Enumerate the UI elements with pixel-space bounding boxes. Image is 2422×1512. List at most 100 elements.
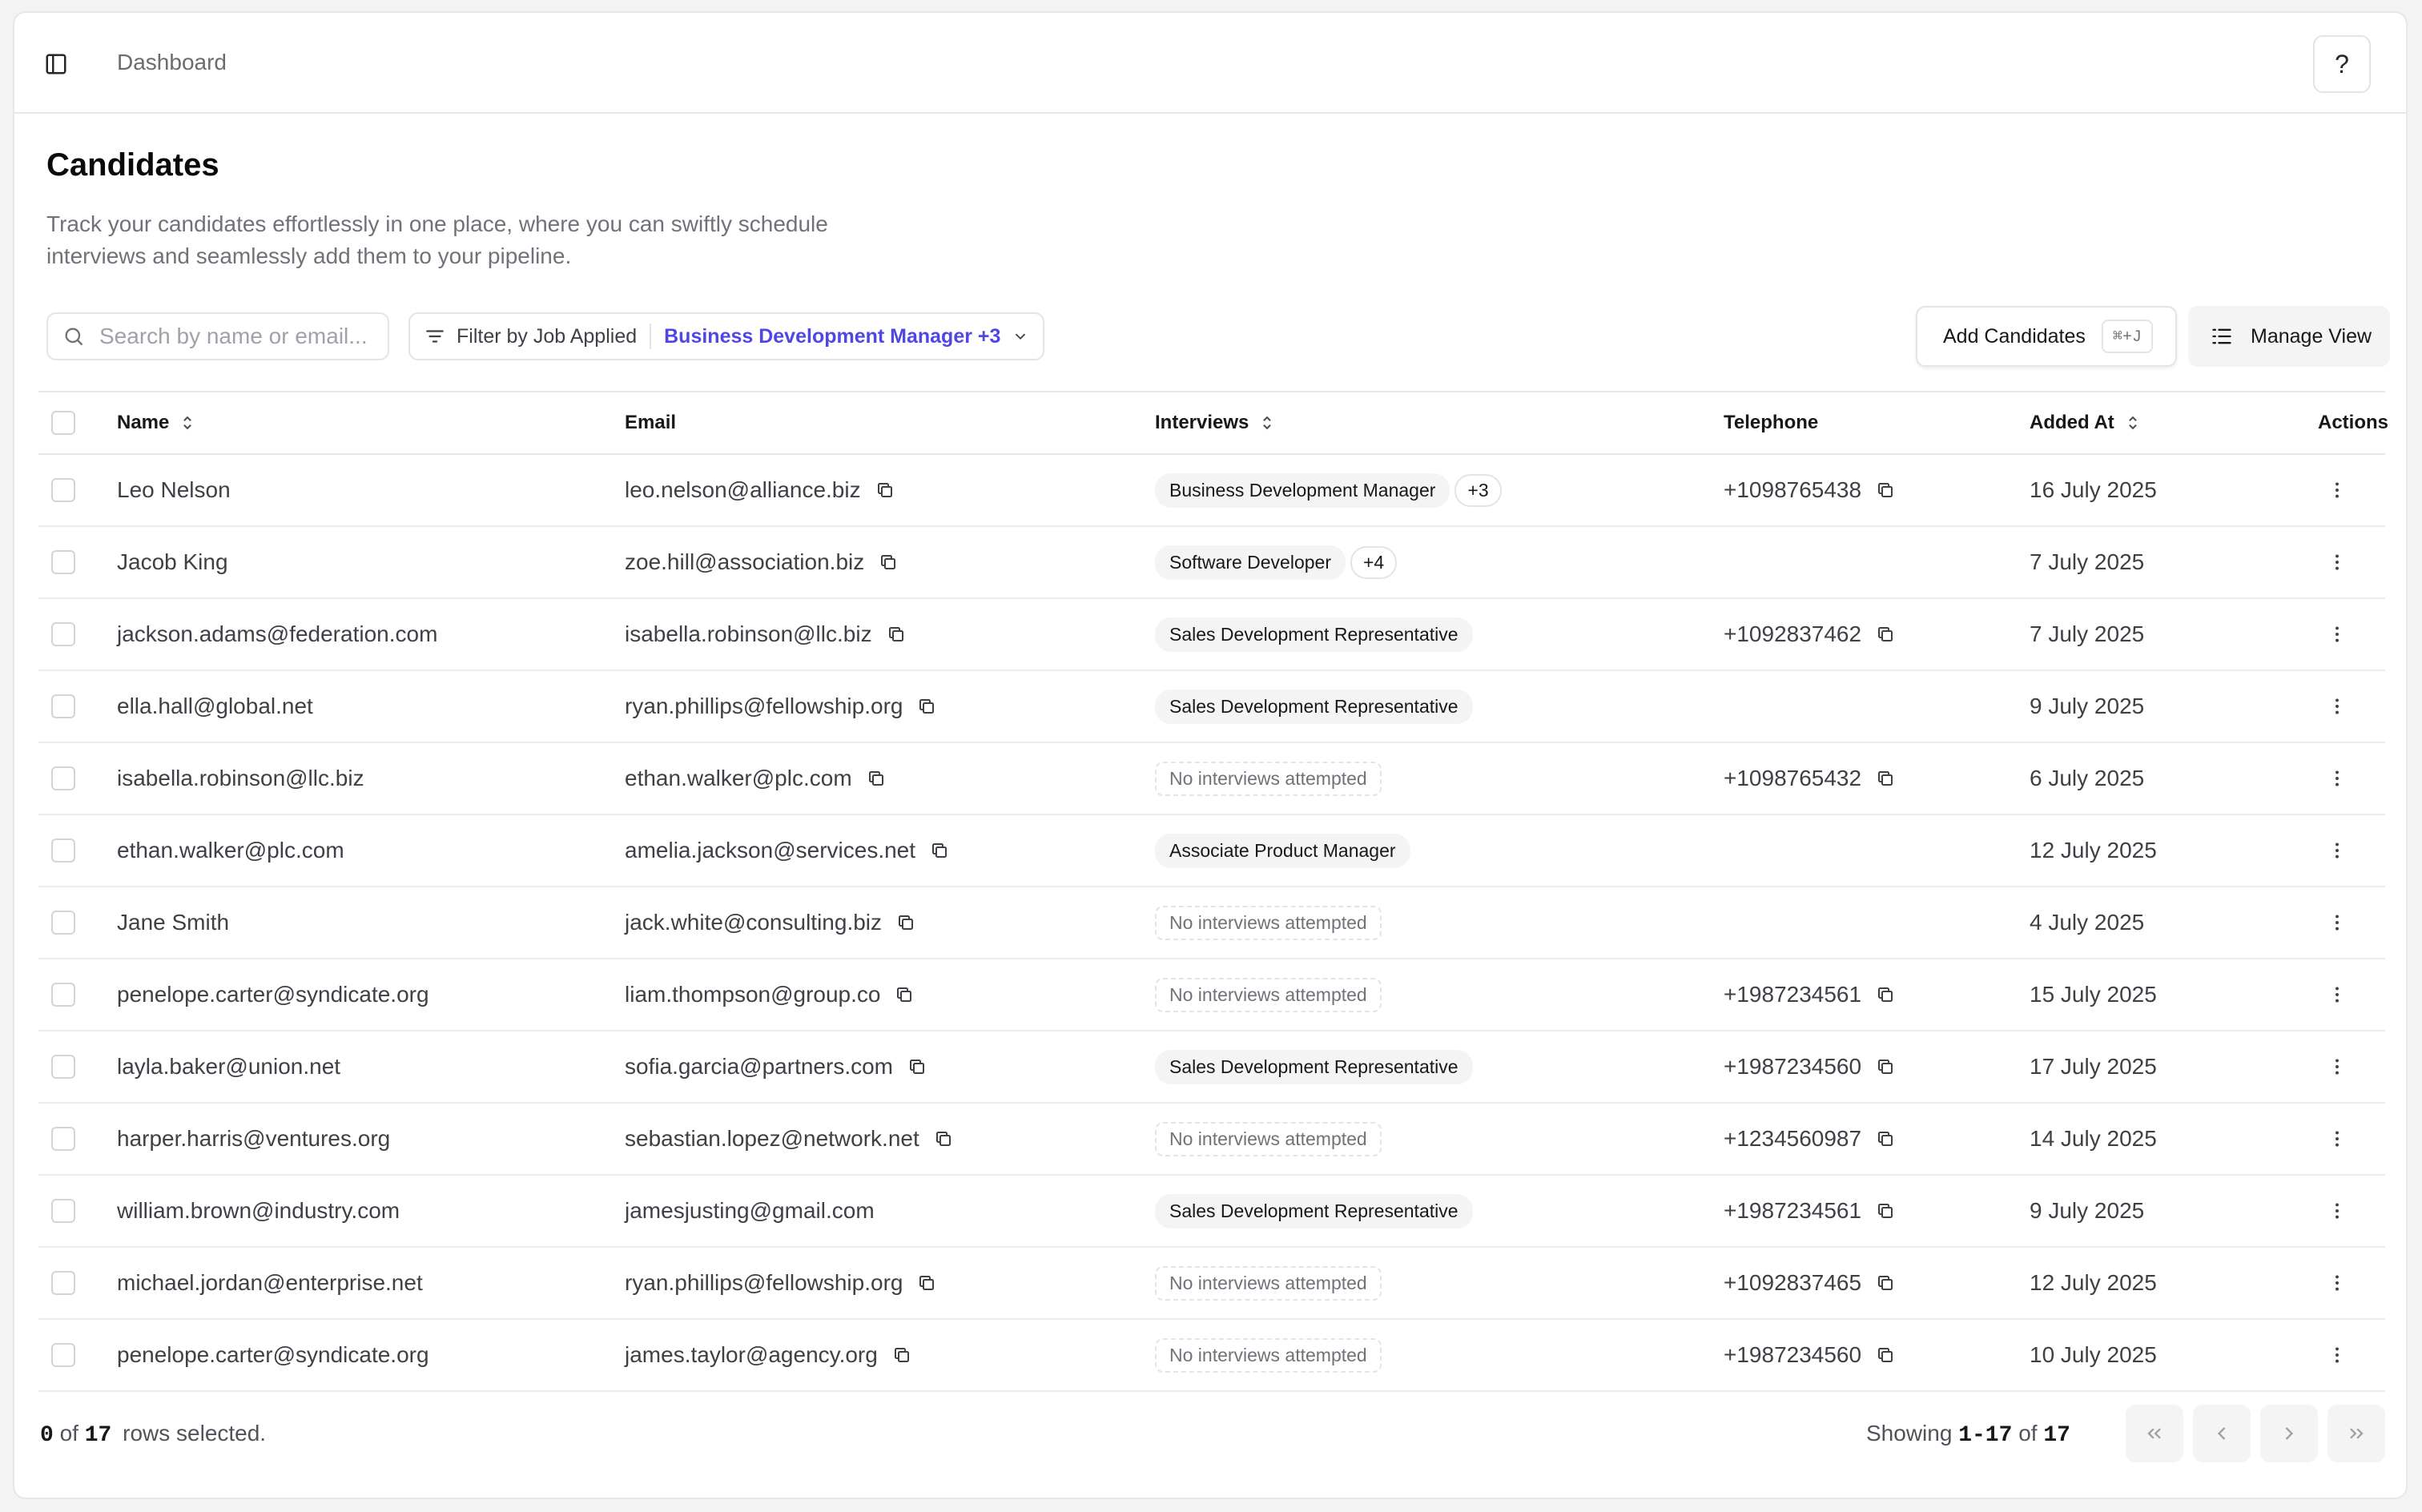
add-candidates-button[interactable]: Add Candidates ⌘+J — [1916, 306, 2177, 367]
copy-icon[interactable] — [867, 769, 886, 788]
table-row[interactable]: william.brown@industry.com jamesjusting@g… — [38, 1176, 2385, 1248]
row-checkbox[interactable] — [51, 1055, 75, 1079]
copy-icon[interactable] — [887, 625, 906, 644]
table-row[interactable]: layla.baker@union.net sofia.garcia@partne… — [38, 1031, 2385, 1104]
more-actions-icon[interactable] — [2321, 1123, 2353, 1155]
table-row[interactable]: Jacob King zoe.hill@association.biz Softwa… — [38, 527, 2385, 599]
table-row[interactable]: ella.hall@global.net ryan.phillips@fellow… — [38, 671, 2385, 743]
showing-text: Showing — [1866, 1421, 1953, 1446]
previous-page-button[interactable] — [2193, 1405, 2251, 1462]
more-interviews-badge[interactable]: +4 — [1350, 545, 1398, 579]
copy-icon[interactable] — [930, 841, 949, 860]
added-at: 9 July 2025 — [2030, 694, 2145, 718]
column-header-interviews[interactable]: Interviews — [1155, 392, 1274, 453]
candidate-name[interactable]: isabella.robinson@llc.biz — [117, 743, 364, 814]
row-checkbox[interactable] — [51, 550, 75, 574]
copy-icon[interactable] — [892, 1345, 911, 1365]
candidate-email: isabella.robinson@llc.biz — [625, 599, 906, 670]
candidate-name[interactable]: william.brown@industry.com — [117, 1176, 400, 1246]
interviews-cell: Sales Development Representative — [1155, 671, 1473, 742]
pagination-info: Showing 1-17 of 17 — [1866, 1421, 2070, 1448]
row-checkbox[interactable] — [51, 1127, 75, 1151]
last-page-button[interactable] — [2327, 1405, 2385, 1462]
select-all-checkbox[interactable] — [51, 411, 75, 435]
column-header-added-at[interactable]: Added At — [2030, 392, 2140, 453]
row-checkbox[interactable] — [51, 911, 75, 935]
candidate-name[interactable]: ella.hall@global.net — [117, 671, 313, 742]
candidate-name[interactable]: penelope.carter@syndicate.org — [117, 959, 429, 1030]
row-checkbox[interactable] — [51, 694, 75, 718]
table-row[interactable]: Leo Nelson leo.nelson@alliance.biz Busines… — [38, 455, 2385, 527]
row-checkbox[interactable] — [51, 983, 75, 1007]
table-row[interactable]: isabella.robinson@llc.biz ethan.walker@pl… — [38, 743, 2385, 815]
more-actions-icon[interactable] — [2321, 762, 2353, 794]
more-actions-icon[interactable] — [2321, 546, 2353, 578]
table-row[interactable]: Jane Smith jack.white@consulting.biz No in… — [38, 887, 2385, 959]
copy-icon[interactable] — [896, 913, 915, 932]
search-field[interactable] — [46, 312, 389, 360]
manage-view-button[interactable]: Manage View — [2188, 306, 2390, 367]
copy-icon[interactable] — [895, 985, 914, 1004]
candidate-name[interactable]: Leo Nelson — [117, 455, 231, 525]
copy-icon[interactable] — [1876, 1345, 1895, 1365]
search-input[interactable] — [98, 323, 373, 350]
copy-icon[interactable] — [917, 1273, 936, 1293]
column-header-name[interactable]: Name — [117, 392, 195, 453]
candidate-name[interactable]: harper.harris@ventures.org — [117, 1104, 390, 1174]
copy-icon[interactable] — [1876, 1057, 1895, 1076]
candidate-name[interactable]: penelope.carter@syndicate.org — [117, 1320, 429, 1390]
help-button[interactable]: ? — [2313, 35, 2371, 93]
row-checkbox[interactable] — [51, 1199, 75, 1223]
more-actions-icon[interactable] — [2321, 1339, 2353, 1371]
copy-icon[interactable] — [875, 481, 895, 500]
copy-icon[interactable] — [1876, 1273, 1895, 1293]
copy-icon[interactable] — [1876, 1129, 1895, 1148]
row-checkbox[interactable] — [51, 622, 75, 646]
table-row[interactable]: jackson.adams@federation.com isabella.rob… — [38, 599, 2385, 671]
table-row[interactable]: penelope.carter@syndicate.org james.taylo… — [38, 1320, 2385, 1392]
candidate-name[interactable]: Jacob King — [117, 527, 228, 597]
candidate-email: ryan.phillips@fellowship.org — [625, 1248, 936, 1318]
more-actions-icon[interactable] — [2321, 1051, 2353, 1083]
table-row[interactable]: penelope.carter@syndicate.org liam.thomps… — [38, 959, 2385, 1031]
more-interviews-badge[interactable]: +3 — [1454, 473, 1502, 507]
breadcrumb[interactable]: Dashboard — [117, 50, 227, 75]
table-body: Leo Nelson leo.nelson@alliance.biz Busines… — [38, 455, 2385, 1392]
candidate-name[interactable]: layla.baker@union.net — [117, 1031, 340, 1102]
more-actions-icon[interactable] — [2321, 1195, 2353, 1227]
copy-icon[interactable] — [1876, 625, 1895, 644]
interviews-cell: No interviews attempted — [1155, 743, 1382, 814]
job-filter-dropdown[interactable]: Filter by Job Applied Business Developme… — [408, 312, 1044, 360]
more-actions-icon[interactable] — [2321, 690, 2353, 722]
copy-icon[interactable] — [934, 1129, 953, 1148]
candidate-name[interactable]: jackson.adams@federation.com — [117, 599, 437, 670]
more-actions-icon[interactable] — [2321, 474, 2353, 506]
more-actions-icon[interactable] — [2321, 907, 2353, 939]
row-checkbox[interactable] — [51, 1343, 75, 1367]
copy-icon[interactable] — [1876, 481, 1895, 500]
row-checkbox[interactable] — [51, 766, 75, 790]
copy-icon[interactable] — [907, 1057, 927, 1076]
more-actions-icon[interactable] — [2321, 979, 2353, 1011]
sidebar-toggle-icon[interactable] — [42, 50, 70, 78]
table-row[interactable]: harper.harris@ventures.org sebastian.lope… — [38, 1104, 2385, 1176]
row-checkbox[interactable] — [51, 478, 75, 502]
row-checkbox[interactable] — [51, 1271, 75, 1295]
next-page-button[interactable] — [2260, 1405, 2318, 1462]
more-actions-icon[interactable] — [2321, 1267, 2353, 1299]
copy-icon[interactable] — [917, 697, 936, 716]
copy-icon[interactable] — [1876, 1201, 1895, 1220]
candidate-name[interactable]: ethan.walker@plc.com — [117, 815, 344, 886]
first-page-button[interactable] — [2126, 1405, 2183, 1462]
copy-icon[interactable] — [1876, 769, 1895, 788]
more-actions-icon[interactable] — [2321, 834, 2353, 867]
row-checkbox[interactable] — [51, 838, 75, 863]
table-row[interactable]: michael.jordan@enterprise.net ryan.philli… — [38, 1248, 2385, 1320]
copy-icon[interactable] — [1876, 985, 1895, 1004]
more-actions-icon[interactable] — [2321, 618, 2353, 650]
candidate-name[interactable]: Jane Smith — [117, 887, 229, 958]
candidate-name[interactable]: michael.jordan@enterprise.net — [117, 1248, 423, 1318]
page-description: Track your candidates effortlessly in on… — [46, 211, 828, 268]
table-row[interactable]: ethan.walker@plc.com amelia.jackson@servi… — [38, 815, 2385, 887]
copy-icon[interactable] — [879, 553, 898, 572]
